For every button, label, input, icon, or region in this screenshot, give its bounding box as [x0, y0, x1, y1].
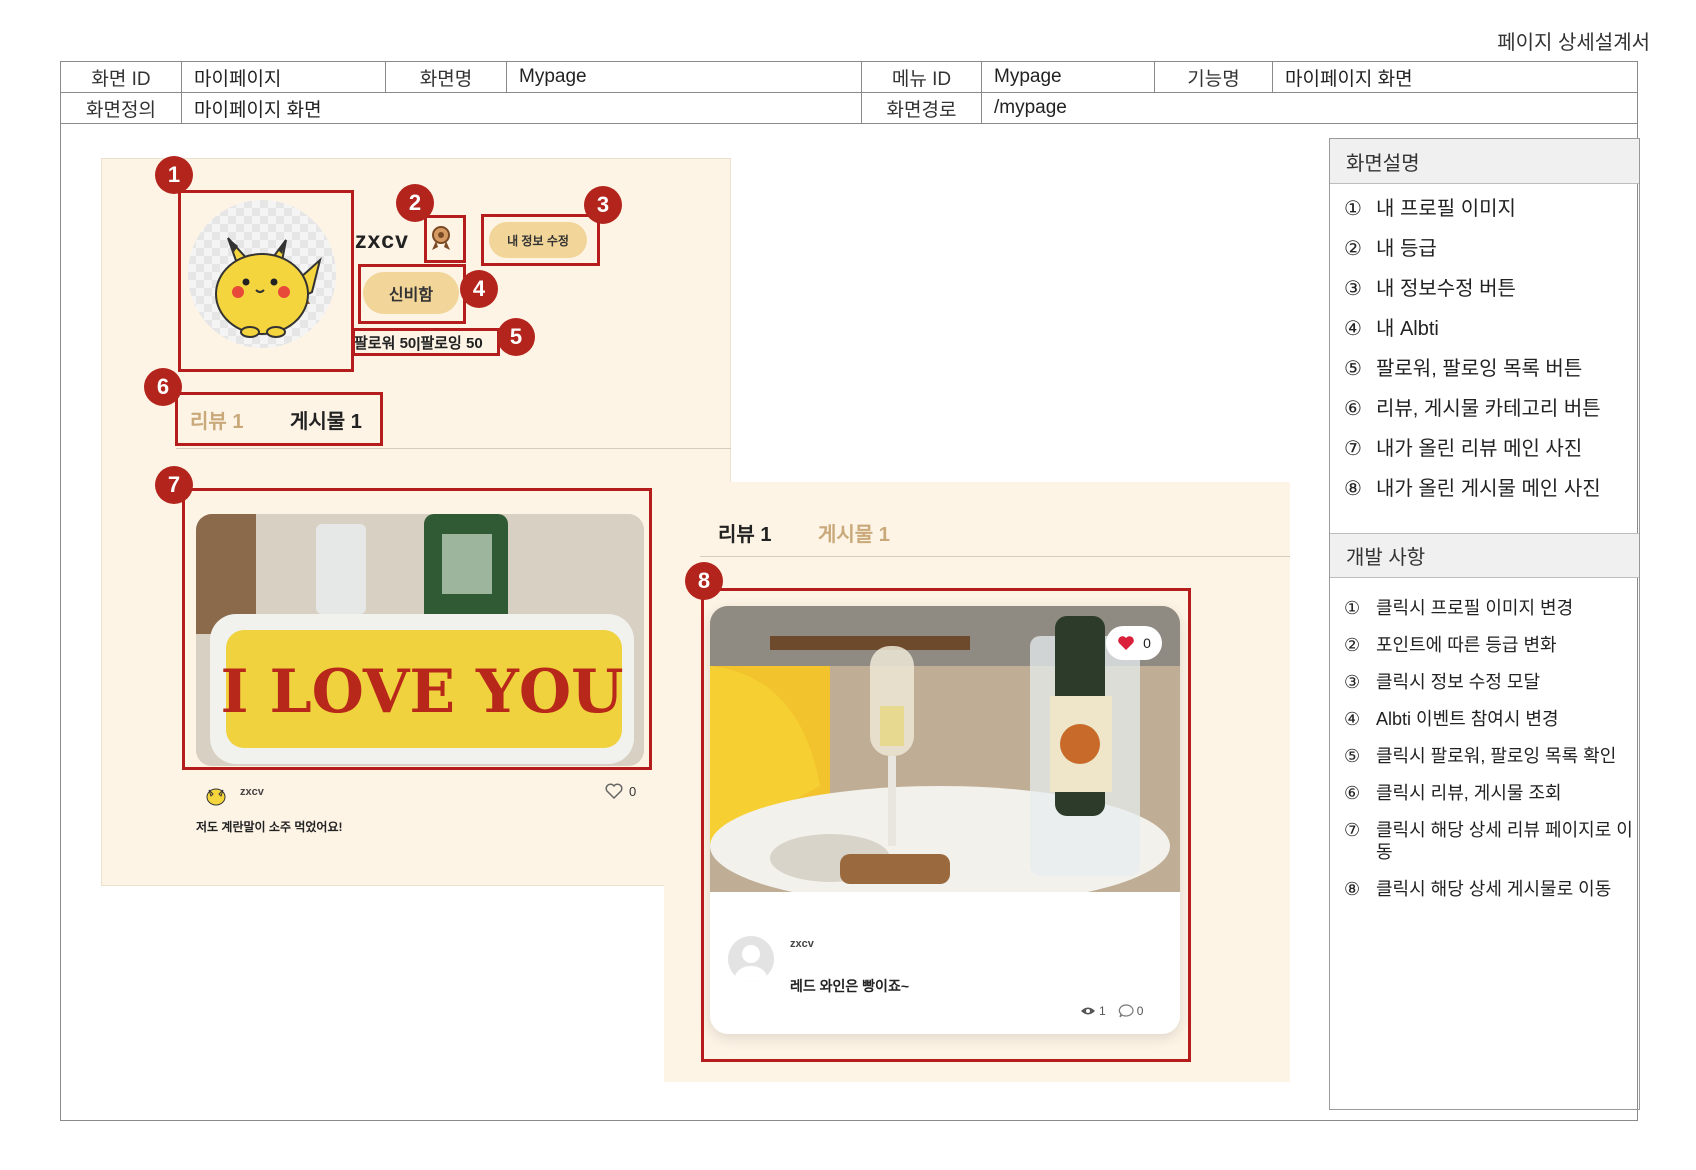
review-author-avatar-icon	[205, 782, 227, 806]
definition-value: 마이페이지 화면	[182, 93, 862, 123]
screen-id-label: 화면 ID	[61, 62, 182, 92]
screen-desc-heading: 화면설명	[1330, 139, 1639, 184]
dev-notes-list: ① 클릭시 프로필 이미지 변경 ② 포인트에 따른 등급 변화 ③ 클릭시 정보 수…	[1344, 597, 1634, 915]
annotation-box-4	[358, 264, 466, 324]
tab-post-2[interactable]: 게시물 1	[818, 518, 890, 547]
review-caption: 저도 계란말이 소주 먹었어요!	[196, 820, 343, 834]
screen-name-value: Mypage	[507, 62, 862, 92]
screen-desc-item: ⑥ 리뷰, 게시물 카테고리 버튼	[1344, 398, 1601, 420]
screen-desc-item: ⑧ 내가 올린 게시물 메인 사진	[1344, 478, 1601, 500]
dev-note-item: ② 포인트에 따른 등급 변화	[1344, 635, 1557, 655]
review-like-counter[interactable]: 0	[605, 783, 636, 799]
review-author-name: zxcv	[240, 786, 264, 798]
dev-note-item: ③ 클릭시 정보 수정 모달	[1344, 672, 1541, 692]
dev-note-item: ④ Albti 이벤트 참여시 변경	[1344, 709, 1559, 729]
dev-note-item: ⑦ 클릭시 해당 상세 리뷰 페이지로 이동	[1344, 820, 1633, 862]
dev-notes-heading: 개발 사항	[1330, 533, 1639, 578]
annotation-box-1	[178, 190, 354, 372]
marker-1: 1	[155, 156, 193, 194]
menu-id-value: Mypage	[982, 62, 1155, 92]
marker-4: 4	[460, 270, 498, 308]
screen-desc-item: ⑤ 팔로워, 팔로잉 목록 버튼	[1344, 358, 1583, 380]
dev-note-item: ① 클릭시 프로필 이미지 변경	[1344, 598, 1574, 618]
review-like-count: 0	[629, 783, 637, 799]
annotation-box-8	[701, 588, 1191, 1062]
menu-id-label: 메뉴 ID	[862, 62, 982, 92]
annotation-box-5	[352, 328, 500, 356]
screen-desc-item: ①내 프로필 이미지	[1344, 198, 1516, 220]
profile-username: zxcv	[355, 227, 409, 253]
screen-desc-list: ①내 프로필 이미지 ②내 등급 ③내 정보수정 버튼 ④내 Albti ⑤ 팔로…	[1344, 197, 1634, 517]
marker-2: 2	[396, 184, 434, 222]
function-label: 기능명	[1155, 62, 1273, 92]
screen-desc-item: ③내 정보수정 버튼	[1344, 278, 1516, 300]
screen-desc-item: ②내 등급	[1344, 238, 1437, 260]
screen-desc-item: ④내 Albti	[1344, 318, 1439, 340]
document-title: 페이지 상세설계서	[1497, 32, 1650, 54]
function-value: 마이페이지 화면	[1285, 68, 1413, 90]
path-label: 화면경로	[862, 93, 982, 123]
dev-note-item: ⑧ 클릭시 해당 상세 게시물로 이동	[1344, 879, 1612, 899]
spec-row-2: 화면정의 마이페이지 화면 화면경로 /mypage	[61, 93, 1637, 124]
tab-review-2[interactable]: 리뷰 1	[718, 518, 771, 547]
dev-note-item: ⑥ 클릭시 리뷰, 게시물 조회	[1344, 783, 1562, 803]
marker-5: 5	[497, 318, 535, 356]
annotation-box-7	[182, 488, 652, 770]
screen-desc-item: ⑦ 내가 올린 리뷰 메인 사진	[1344, 438, 1583, 460]
path-value: /mypage	[994, 97, 1067, 118]
tab-divider-2	[700, 556, 1290, 557]
spec-row-1: 화면 ID 마이페이지 화면명 Mypage 메뉴 ID Mypage 기능명 …	[61, 62, 1637, 93]
definition-label: 화면정의	[61, 93, 182, 123]
marker-8: 8	[685, 562, 723, 600]
description-panel: 화면설명 ①내 프로필 이미지 ②내 등급 ③내 정보수정 버튼 ④내 Albt…	[1329, 138, 1640, 1110]
annotation-box-2	[424, 215, 466, 263]
marker-3: 3	[584, 186, 622, 224]
screen-name-label: 화면명	[386, 62, 507, 92]
annotation-box-3	[481, 214, 600, 266]
heart-outline-icon	[605, 783, 623, 799]
marker-6: 6	[144, 368, 182, 406]
screen-id-value: 마이페이지	[182, 62, 386, 92]
dev-note-item: ⑤ 클릭시 팔로워, 팔로잉 목록 확인	[1344, 746, 1617, 766]
annotation-box-6	[175, 392, 383, 446]
tab-divider	[176, 448, 731, 449]
marker-7: 7	[155, 466, 193, 504]
spec-header-table: 화면 ID 마이페이지 화면명 Mypage 메뉴 ID Mypage 기능명 …	[60, 61, 1638, 124]
